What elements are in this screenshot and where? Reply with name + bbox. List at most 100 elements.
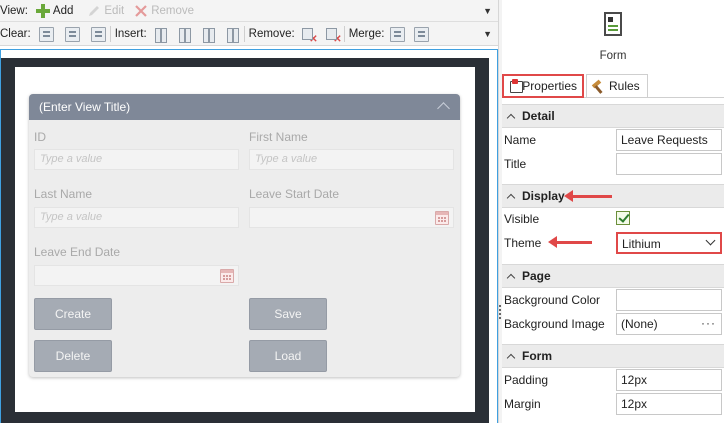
ellipsis-icon[interactable]: ··· [701,316,716,330]
id-input[interactable]: Type a value [34,149,239,170]
chevron-up-icon [506,191,516,201]
annotation-arrow-display [564,190,612,202]
first-name-input[interactable]: Type a value [249,149,454,170]
create-button[interactable]: Create [34,298,112,330]
section-form[interactable]: Form [502,344,724,368]
toolbar-overflow-icon[interactable]: ▼ [483,29,492,39]
background-image-input[interactable]: (None) ··· [616,313,722,335]
title-label: Title [504,157,527,171]
visible-checkbox[interactable] [616,211,630,225]
calendar-icon[interactable] [220,269,234,283]
properties-icon [509,79,524,93]
add-button-label: Add [52,4,74,17]
section-detail-label: Detail [522,109,555,123]
splitter-grip-icon[interactable] [499,305,501,319]
form-icon [601,12,625,40]
field-label-last-name: Last Name [34,187,93,201]
view-title[interactable]: (Enter View Title) [39,100,130,114]
name-input[interactable]: Leave Requests [616,129,722,151]
background-image-label: Background Image [504,317,605,331]
tab-rules-label: Rules [609,79,640,93]
theme-select[interactable]: Lithium [616,232,722,254]
padding-label: Padding [504,373,549,387]
section-form-label: Form [522,349,552,363]
leave-end-date-input[interactable] [34,265,239,286]
margin-label: Margin [504,397,541,411]
chevron-up-icon [506,111,516,121]
chevron-up-icon [506,271,516,281]
merge-label: Merge: [348,28,385,40]
title-input[interactable] [616,153,722,175]
last-name-input[interactable]: Type a value [34,207,239,228]
annotation-arrow-theme [548,236,592,248]
visible-label: Visible [504,212,540,226]
toolbar-separator [343,26,345,42]
edit-button[interactable]: Edit [87,4,124,18]
clear-cell-icon[interactable] [38,26,54,42]
view-surface: (Enter View Title) ID Type a value First… [15,67,475,412]
add-icon [35,3,50,18]
field-label-leave-end-date: Leave End Date [34,245,121,259]
section-detail[interactable]: Detail [502,104,724,128]
edit-button-label: Edit [104,4,125,17]
insert-row-above-icon[interactable] [201,27,216,43]
prop-row-theme: Theme Lithium [502,231,724,255]
prop-row-margin: Margin 12px [502,392,724,416]
design-canvas-frame: (Enter View Title) ID Type a value First… [0,49,498,423]
merge-cells-icon[interactable] [390,26,406,42]
toolbar-overflow-icon[interactable]: ▼ [483,6,492,16]
clear-label: Clear: [0,28,31,40]
remove-button[interactable]: Remove [134,4,194,18]
remove-column-icon[interactable] [301,27,318,45]
calendar-icon[interactable] [435,211,449,225]
toolbar-separator [109,26,111,42]
save-button[interactable]: Save [249,298,327,330]
leave-start-date-input[interactable] [249,207,454,228]
section-display[interactable]: Display [502,184,724,208]
remove-icon [134,4,148,18]
toolbar: View: Add Edit Remove ▼ Clear: Insert: R… [0,0,498,46]
view-label: View: [0,4,28,17]
section-page[interactable]: Page [502,264,724,288]
insert-label: Insert: [114,28,147,40]
theme-label: Theme [504,236,542,250]
view-panel[interactable]: (Enter View Title) ID Type a value First… [29,94,460,377]
panel-tabs: Properties Rules [502,73,724,98]
tab-properties-label: Properties [522,79,577,93]
prop-row-visible: Visible [502,207,724,231]
insert-column-right-icon[interactable] [177,27,192,43]
delete-button[interactable]: Delete [34,340,112,372]
prop-row-background-image: Background Image (None) ··· [502,312,724,336]
load-button[interactable]: Load [249,340,327,372]
rules-icon [592,79,606,93]
field-label-first-name: First Name [249,130,308,144]
clear-row-icon[interactable] [64,26,80,42]
tab-properties[interactable]: Properties [502,74,584,98]
design-canvas: (Enter View Title) ID Type a value First… [1,58,489,423]
padding-input[interactable]: 12px [616,369,722,391]
field-label-id: ID [34,130,46,144]
toolbar-row-layout: Clear: Insert: Remove: Merge: ▼ [0,23,498,45]
section-display-label: Display [522,189,565,203]
tab-rules[interactable]: Rules [586,74,648,97]
view-title-bar[interactable]: (Enter View Title) [29,94,460,120]
prop-row-name: Name Leave Requests [502,128,724,152]
chevron-up-icon [506,351,516,361]
theme-select-value: Lithium [622,237,661,251]
property-panel: Form Properties Rules Detail Name Leave … [502,0,724,423]
remove-row-icon[interactable] [325,27,342,45]
section-page-label: Page [522,269,551,283]
prop-row-background-color: Background Color [502,288,724,312]
insert-column-left-icon[interactable] [153,27,168,43]
form-header: Form [502,0,724,70]
designer-app: View: Add Edit Remove ▼ Clear: Insert: R… [0,0,724,423]
add-button[interactable]: Add [35,3,74,18]
chevron-up-icon[interactable] [439,101,450,112]
form-header-title: Form [599,50,627,62]
insert-row-below-icon[interactable] [225,27,240,43]
clear-all-icon[interactable] [90,26,106,42]
prop-row-padding: Padding 12px [502,368,724,392]
margin-input[interactable]: 12px [616,393,722,415]
background-color-input[interactable] [616,289,722,311]
merge-rows-icon[interactable] [414,26,430,42]
